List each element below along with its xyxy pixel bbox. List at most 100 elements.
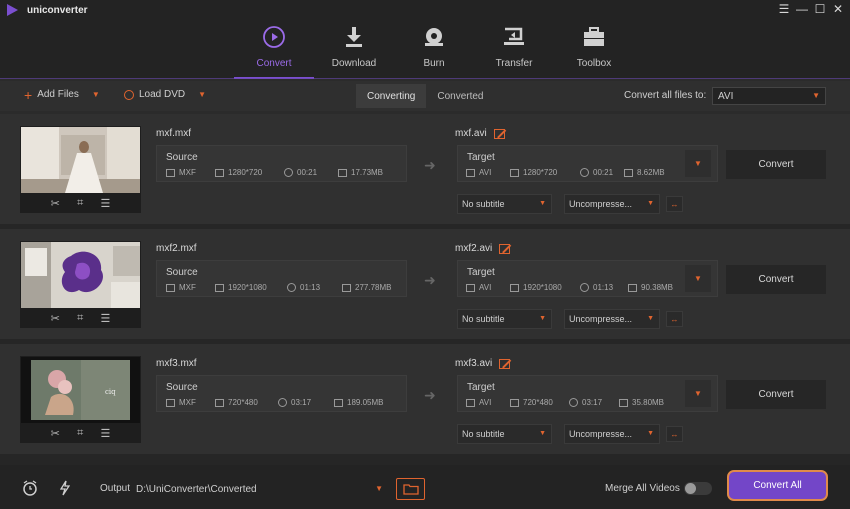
nav-download[interactable]: Download xyxy=(314,14,394,79)
merge-videos-toggle[interactable] xyxy=(684,482,712,495)
crop-icon[interactable]: ⌗ xyxy=(77,427,83,440)
format-info: MXF xyxy=(166,283,196,292)
split-icon[interactable]: ↔ xyxy=(666,311,683,327)
clock-icon xyxy=(278,398,287,407)
adjust-icon[interactable]: ☰ xyxy=(101,197,111,210)
thumbnail-tools: ✂ ⌗ ☰ xyxy=(20,308,141,328)
folder-icon xyxy=(624,168,633,177)
crop-icon[interactable]: ⌗ xyxy=(77,197,83,210)
target-title: Target xyxy=(467,267,495,278)
source-title: Source xyxy=(166,152,198,163)
scissors-icon[interactable]: ✂ xyxy=(51,312,60,325)
nav-toolbox[interactable]: Toolbox xyxy=(554,14,634,79)
output-path-select[interactable]: D:\UniConverter\Converted ▼ xyxy=(133,479,389,499)
lightning-icon[interactable] xyxy=(59,480,71,499)
subtitle-select[interactable]: No subtitle ▼ xyxy=(457,194,552,214)
tab-converted[interactable]: Converted xyxy=(426,84,494,108)
resolution-icon xyxy=(510,283,519,292)
thumbnail-tools: ✂ ⌗ ☰ xyxy=(20,193,141,213)
audio-select[interactable]: Uncompresse... ▼ xyxy=(564,194,660,214)
audio-value: Uncompresse... xyxy=(569,314,633,324)
source-title: Source xyxy=(166,267,198,278)
chevron-down-icon[interactable]: ▼ xyxy=(92,90,100,99)
subtitle-select[interactable]: No subtitle ▼ xyxy=(457,309,552,329)
tab-converting[interactable]: Converting xyxy=(356,84,427,108)
audio-select[interactable]: Uncompresse... ▼ xyxy=(564,309,660,329)
alarm-clock-icon[interactable] xyxy=(22,480,38,499)
nav-burn-label: Burn xyxy=(423,58,445,69)
adjust-icon[interactable]: ☰ xyxy=(101,427,111,440)
target-settings-dropdown[interactable]: ▼ xyxy=(685,150,711,177)
video-thumbnail[interactable]: ciq ✂ ⌗ ☰ xyxy=(20,356,141,443)
film-icon xyxy=(466,283,475,292)
target-title: Target xyxy=(467,382,495,393)
target-settings-dropdown[interactable]: ▼ xyxy=(685,265,711,292)
format-value: AVI xyxy=(479,283,492,292)
load-dvd-button[interactable]: Load DVD ▼ xyxy=(124,89,206,100)
subtitle-select[interactable]: No subtitle ▼ xyxy=(457,424,552,444)
folder-icon xyxy=(338,168,347,177)
edit-icon[interactable] xyxy=(499,358,511,369)
arrow-right-icon: ➜ xyxy=(424,272,436,288)
audio-select[interactable]: Uncompresse... ▼ xyxy=(564,424,660,444)
scissors-icon[interactable]: ✂ xyxy=(51,427,60,440)
crop-icon[interactable]: ⌗ xyxy=(77,312,83,325)
nav-download-label: Download xyxy=(331,58,377,69)
maximize-icon[interactable]: ☐ xyxy=(814,2,826,16)
clock-icon xyxy=(580,168,589,177)
footer-bar: Output D:\UniConverter\Converted ▼ Merge… xyxy=(0,465,850,509)
chevron-down-icon: ▼ xyxy=(694,159,702,168)
format-value: MXF xyxy=(179,398,196,407)
app-title: uniconverter xyxy=(27,4,88,16)
add-files-button[interactable]: + Add Files ▼ xyxy=(24,88,100,102)
nav-convert[interactable]: Convert xyxy=(234,14,314,79)
convert-button[interactable]: Convert xyxy=(726,150,826,179)
menu-icon[interactable]: ☰ xyxy=(778,2,790,16)
chevron-down-icon: ▼ xyxy=(812,91,820,100)
convert-button[interactable]: Convert xyxy=(726,380,826,409)
split-icon[interactable]: ↔ xyxy=(666,196,683,212)
edit-icon[interactable] xyxy=(493,128,505,139)
resolution-info: 720*480 xyxy=(510,398,553,407)
target-filename-row: mxf3.avi xyxy=(455,358,511,369)
add-files-label: Add Files xyxy=(37,89,79,100)
svg-text:ciq: ciq xyxy=(105,388,116,396)
convert-all-format-select[interactable]: AVI ▼ xyxy=(712,87,826,105)
thumbnail-image: ciq xyxy=(21,357,140,423)
duration-info: 01:13 xyxy=(580,283,613,292)
convert-all-to-label: Convert all files to: xyxy=(624,90,707,101)
resolution-icon xyxy=(215,398,224,407)
target-settings-dropdown[interactable]: ▼ xyxy=(685,380,711,407)
video-thumbnail[interactable]: ✂ ⌗ ☰ xyxy=(20,241,141,328)
adjust-icon[interactable]: ☰ xyxy=(101,312,111,325)
status-tabs: Converting Converted xyxy=(356,84,495,108)
convert-all-button[interactable]: Convert All xyxy=(727,470,828,501)
video-thumbnail[interactable]: ✂ ⌗ ☰ xyxy=(20,126,141,213)
folder-icon xyxy=(342,283,351,292)
nav-burn[interactable]: Burn xyxy=(394,14,474,79)
source-info: Source MXF 720*480 03:17 189.05MB xyxy=(156,375,407,412)
convert-button[interactable]: Convert xyxy=(726,265,826,294)
close-icon[interactable]: ✕ xyxy=(832,2,844,16)
duration-value: 03:17 xyxy=(291,398,312,407)
minimize-icon[interactable]: — xyxy=(796,2,808,16)
format-info: AVI xyxy=(466,398,491,407)
chevron-down-icon: ▼ xyxy=(539,315,546,322)
nav-transfer[interactable]: Transfer xyxy=(474,14,554,79)
scissors-icon[interactable]: ✂ xyxy=(51,197,60,210)
resolution-icon xyxy=(215,168,224,177)
chevron-down-icon[interactable]: ▼ xyxy=(198,90,206,99)
resolution-value: 1280*720 xyxy=(228,168,263,177)
row-divider xyxy=(0,454,850,465)
edit-icon[interactable] xyxy=(499,243,511,254)
duration-value: 00:21 xyxy=(297,168,318,177)
film-icon xyxy=(166,168,175,177)
film-icon xyxy=(166,398,175,407)
target-filename-row: mxf.avi xyxy=(455,128,505,139)
source-info: Source MXF 1920*1080 01:13 277.78MB xyxy=(156,260,407,297)
download-icon xyxy=(344,22,364,52)
toolbox-icon xyxy=(583,22,605,52)
source-title: Source xyxy=(166,382,198,393)
open-folder-button[interactable] xyxy=(396,478,425,500)
split-icon[interactable]: ↔ xyxy=(666,426,683,442)
